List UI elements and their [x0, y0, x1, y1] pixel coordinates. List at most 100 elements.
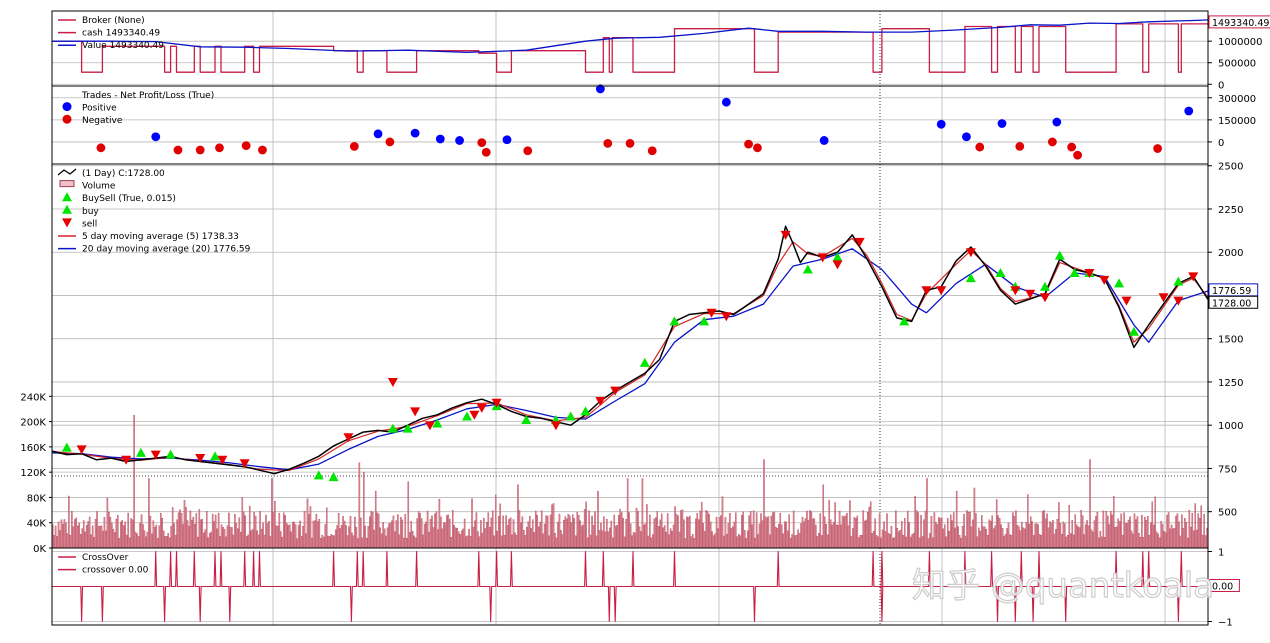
volume-bar	[615, 525, 617, 549]
trade-negative-dot	[195, 145, 205, 155]
volume-bar	[755, 512, 758, 549]
volume-bar	[337, 513, 340, 549]
volume-bar	[1053, 533, 1056, 549]
volume-bar	[856, 515, 859, 549]
volume-bar	[326, 507, 328, 549]
volume-bar	[932, 537, 934, 549]
volume-bar	[1006, 528, 1008, 549]
volume-bar	[868, 506, 870, 549]
price-tick-label: 2500	[1218, 162, 1243, 173]
sell-marker	[832, 260, 843, 270]
volume-bar	[377, 513, 380, 549]
volume-bar	[877, 536, 879, 549]
buy-marker	[1114, 278, 1125, 288]
volume-bar	[984, 526, 986, 549]
volume-bar	[683, 519, 685, 549]
volume-bar	[1010, 535, 1013, 549]
volume-bar	[358, 462, 361, 549]
volume-bar	[1034, 523, 1036, 549]
volume-bar	[500, 535, 503, 549]
volume-bar	[406, 537, 408, 549]
volume-bar	[54, 525, 57, 549]
volume-bar	[294, 524, 297, 549]
volume-bar	[526, 527, 528, 549]
volume-bar	[915, 510, 918, 549]
volume-bar	[742, 511, 744, 549]
trade-positive-dot	[502, 135, 512, 145]
volume-bar	[84, 531, 86, 549]
trade-positive-dot	[721, 97, 731, 107]
volume-bar	[291, 522, 294, 549]
volume-bar	[892, 538, 894, 549]
volume-bar	[1016, 524, 1019, 549]
volume-bar	[572, 514, 574, 549]
volume-bar	[662, 527, 664, 549]
volume-bar	[795, 534, 798, 549]
volume-bar	[93, 537, 95, 549]
volume-bar	[534, 510, 537, 549]
volume-bar	[834, 502, 836, 549]
volume-bar	[958, 535, 961, 549]
volume-bar	[921, 536, 924, 549]
volume-bar	[760, 513, 762, 549]
volume-bar	[288, 524, 291, 549]
volume-bar	[1107, 515, 1109, 549]
volume-bar	[889, 534, 891, 549]
volume-bar	[665, 531, 667, 549]
volume-bar	[444, 522, 447, 549]
volume-bar	[1151, 501, 1154, 549]
volume-bar	[1179, 535, 1182, 549]
volume-bar	[972, 519, 974, 549]
volume-bar	[743, 529, 746, 549]
volume-bar	[896, 527, 899, 549]
volume-bar	[149, 515, 152, 549]
volume-bar	[717, 528, 719, 549]
watermark-text: 知乎 @quantkoala	[912, 566, 1214, 606]
volume-bar	[988, 519, 990, 549]
volume-bar	[533, 532, 536, 549]
broker-last-value-tag: 1493340.49	[1212, 18, 1269, 29]
volume-bar	[619, 508, 621, 549]
volume-bar	[265, 514, 267, 549]
volume-bar	[638, 526, 641, 549]
volume-bar	[920, 515, 922, 549]
volume-bar	[1077, 526, 1079, 549]
volume-bar	[382, 522, 384, 549]
volume-bar	[973, 487, 976, 549]
volume-bar	[466, 535, 469, 549]
volume-bar	[949, 514, 952, 549]
volume-bar	[370, 510, 372, 549]
volume-bar	[758, 523, 761, 549]
volume-bar	[1095, 516, 1097, 549]
volume-bar	[905, 536, 907, 549]
volume-bar	[1067, 534, 1069, 549]
volume-bar	[518, 510, 521, 549]
volume-bar	[391, 520, 393, 549]
volume-bar	[878, 513, 881, 549]
volume-bar	[1012, 512, 1014, 549]
volume-bar	[763, 459, 765, 549]
volume-bar	[351, 532, 353, 549]
volume-bar	[987, 535, 989, 549]
legend-label: BuySell (True, 0.015)	[82, 194, 176, 204]
volume-bar	[419, 513, 421, 549]
volume-bar	[789, 537, 792, 549]
volume-bar	[1161, 524, 1164, 549]
volume-bar	[478, 536, 481, 549]
volume-bar	[318, 518, 321, 549]
volume-bar	[456, 528, 458, 549]
volume-bar	[871, 532, 873, 549]
sell-marker	[965, 248, 976, 258]
volume-bar	[652, 534, 654, 549]
volume-bar	[843, 516, 845, 549]
volume-bar	[1115, 526, 1118, 549]
volume-bar	[194, 524, 196, 549]
volume-bar	[168, 537, 171, 549]
volume-bar	[401, 519, 404, 549]
volume-bar	[268, 521, 270, 549]
volume-bar	[687, 517, 690, 549]
volume-bar	[1075, 524, 1078, 549]
volume-bar	[446, 515, 448, 549]
volume-bar	[214, 514, 217, 549]
volume-bar	[684, 538, 687, 549]
